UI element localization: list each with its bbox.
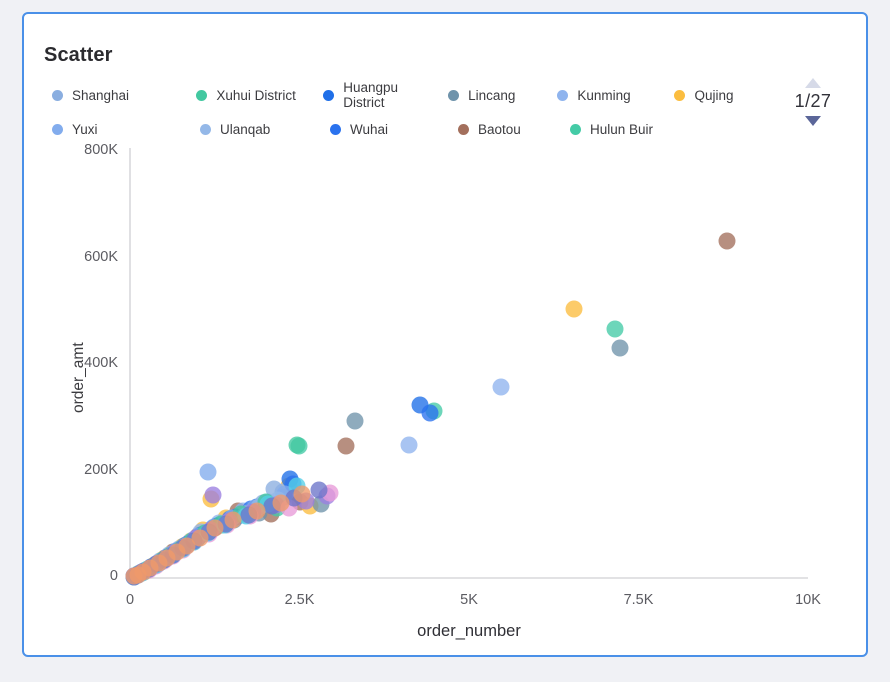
legend-item[interactable]: Kunming (557, 78, 674, 112)
legend-swatch-icon (458, 123, 469, 135)
legend-swatch-icon (323, 89, 335, 101)
legend-item-label: Ulanqab (220, 121, 271, 137)
screenshot-root: Scatter Shanghai Xuhui District Huangpu Di… (0, 0, 890, 682)
legend-swatch-icon (52, 123, 63, 135)
legend-swatch-icon (196, 89, 208, 101)
legend-swatch-icon (570, 123, 581, 135)
legend-swatch-icon (674, 89, 686, 101)
legend-item[interactable]: Lincang (448, 78, 557, 112)
legend-item[interactable]: Baotou (458, 112, 570, 146)
triangle-up-icon[interactable] (805, 78, 821, 88)
legend-item-label: Lincang (468, 87, 516, 103)
legend-swatch-icon (200, 123, 211, 135)
legend-item-label: Shanghai (72, 87, 130, 103)
legend-swatch-icon (52, 89, 63, 101)
legend-item[interactable]: Huangpu District (323, 78, 448, 112)
legend-item[interactable]: Hulun Buir (570, 112, 690, 146)
legend-item-label: Huangpu District (343, 80, 399, 110)
legend-item[interactable]: Wuhai (330, 112, 458, 146)
legend-swatch-icon (448, 89, 460, 101)
legend-item[interactable]: Qujing (674, 78, 772, 112)
chart-legend: Shanghai Xuhui District Huangpu District Li… (52, 78, 772, 146)
legend-row: Yuxi Ulanqab Wuhai Baotou Hulun Buir (52, 112, 772, 146)
legend-swatch-icon (557, 89, 569, 101)
legend-item-label: Hulun Buir (590, 121, 654, 137)
legend-item-label: Qujing (694, 87, 734, 103)
legend-item-label: Yuxi (72, 121, 98, 137)
legend-item[interactable]: Yuxi (52, 112, 200, 146)
legend-item-label: Baotou (478, 121, 521, 137)
triangle-down-icon[interactable] (805, 116, 821, 126)
legend-row: Shanghai Xuhui District Huangpu District Li… (52, 78, 772, 112)
legend-item[interactable]: Xuhui District (196, 78, 323, 112)
page-title: Scatter (44, 44, 113, 66)
legend-item-label: Xuhui District (216, 87, 296, 103)
legend-item[interactable]: Shanghai (52, 78, 196, 112)
legend-item-label: Wuhai (350, 121, 389, 137)
legend-item-label: Kunming (577, 87, 631, 103)
legend-pager[interactable]: 1/27 (782, 78, 844, 126)
legend-swatch-icon (330, 123, 341, 135)
pager-label: 1/27 (794, 91, 832, 111)
legend-item[interactable]: Ulanqab (200, 112, 330, 146)
